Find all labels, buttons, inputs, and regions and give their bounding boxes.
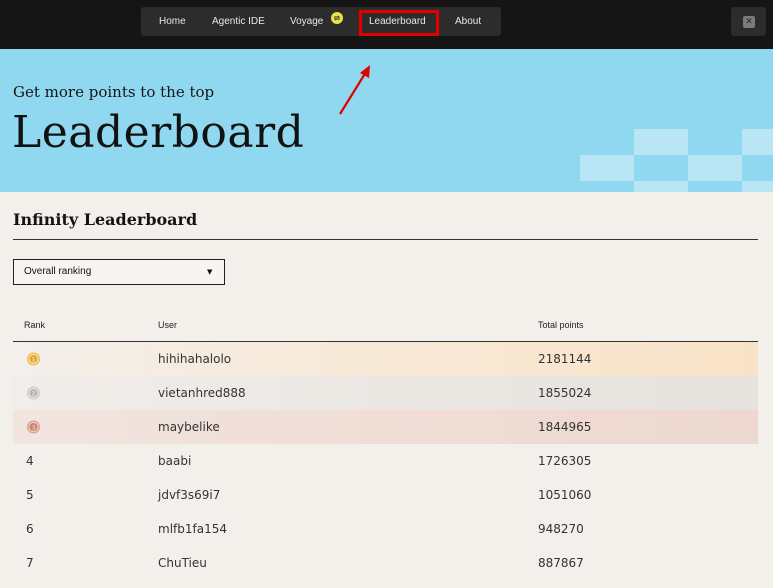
gold-medal-icon: 1 [26,352,41,366]
page-title: Leaderboard [12,107,305,158]
total-points: 948270 [538,522,584,536]
user-name: ChuTieu [158,556,207,570]
table-row: 4 baabi 1726305 [13,444,758,478]
total-points: 1855024 [538,386,592,400]
total-points: 1844965 [538,420,592,434]
medal-rank-number: 3 [32,425,36,431]
ranking-select[interactable]: Overall ranking ▼ [13,259,225,285]
table-row: 6 mlfb1fa154 948270 [13,512,758,546]
medal-rank-number: 2 [32,391,36,397]
user-name: vietanhred888 [158,386,246,400]
table-row: 2 vietanhred888 1855024 [13,376,758,410]
total-points: 1726305 [538,454,592,468]
column-header-user: User [158,320,178,330]
user-name: hihihahalolo [158,352,232,366]
decor-block [742,129,773,155]
section-title: Infinity Leaderboard [13,210,198,229]
table-row: 7 ChuTieu 887867 [13,546,758,580]
rank-number: 6 [26,522,34,536]
user-name: baabi [158,454,192,468]
table-row: 1 hihihahalolo 2181144 [13,342,758,376]
rank-number: 5 [26,488,34,502]
x-icon: ✕ [743,16,755,28]
decor-block [580,155,634,181]
decor-block [742,181,773,192]
voyage-exchange-icon [331,12,343,24]
section-divider [13,239,758,240]
column-header-rank: Rank [24,320,46,330]
column-header-points: Total points [538,320,584,330]
rank-number: 4 [26,454,34,468]
nav-agentic-ide[interactable]: Agentic IDE [212,7,265,36]
annotation-arrow [339,65,370,115]
main-nav: Home Agentic IDE Voyage Leaderboard Abou… [141,7,501,36]
decor-block [634,129,688,155]
x-social-button[interactable]: ✕ [731,7,766,36]
decor-block [634,181,688,192]
nav-voyage[interactable]: Voyage [290,7,323,36]
top-bar: Home Agentic IDE Voyage Leaderboard Abou… [0,0,773,49]
table-row: 3 maybelike 1844965 [13,410,758,444]
nav-home[interactable]: Home [159,7,186,36]
table-row: 5 jdvf3s69i7 1051060 [13,478,758,512]
total-points: 2181144 [538,352,592,366]
leaderboard-highlight-box [359,10,439,36]
decor-block [688,155,742,181]
silver-medal-icon: 2 [26,386,41,400]
user-name: maybelike [158,420,220,434]
ranking-select-value: Overall ranking [24,266,92,277]
total-points: 887867 [538,556,584,570]
caret-down-icon: ▼ [207,268,213,276]
nav-about[interactable]: About [455,7,481,36]
rank-number: 7 [26,556,34,570]
hero-banner: Get more points to the top Leaderboard [0,49,773,192]
bronze-medal-icon: 3 [26,420,41,434]
medal-rank-number: 1 [32,357,36,363]
user-name: mlfb1fa154 [158,522,227,536]
total-points: 1051060 [538,488,592,502]
user-name: jdvf3s69i7 [158,488,221,502]
hero-subtitle: Get more points to the top [13,83,215,101]
